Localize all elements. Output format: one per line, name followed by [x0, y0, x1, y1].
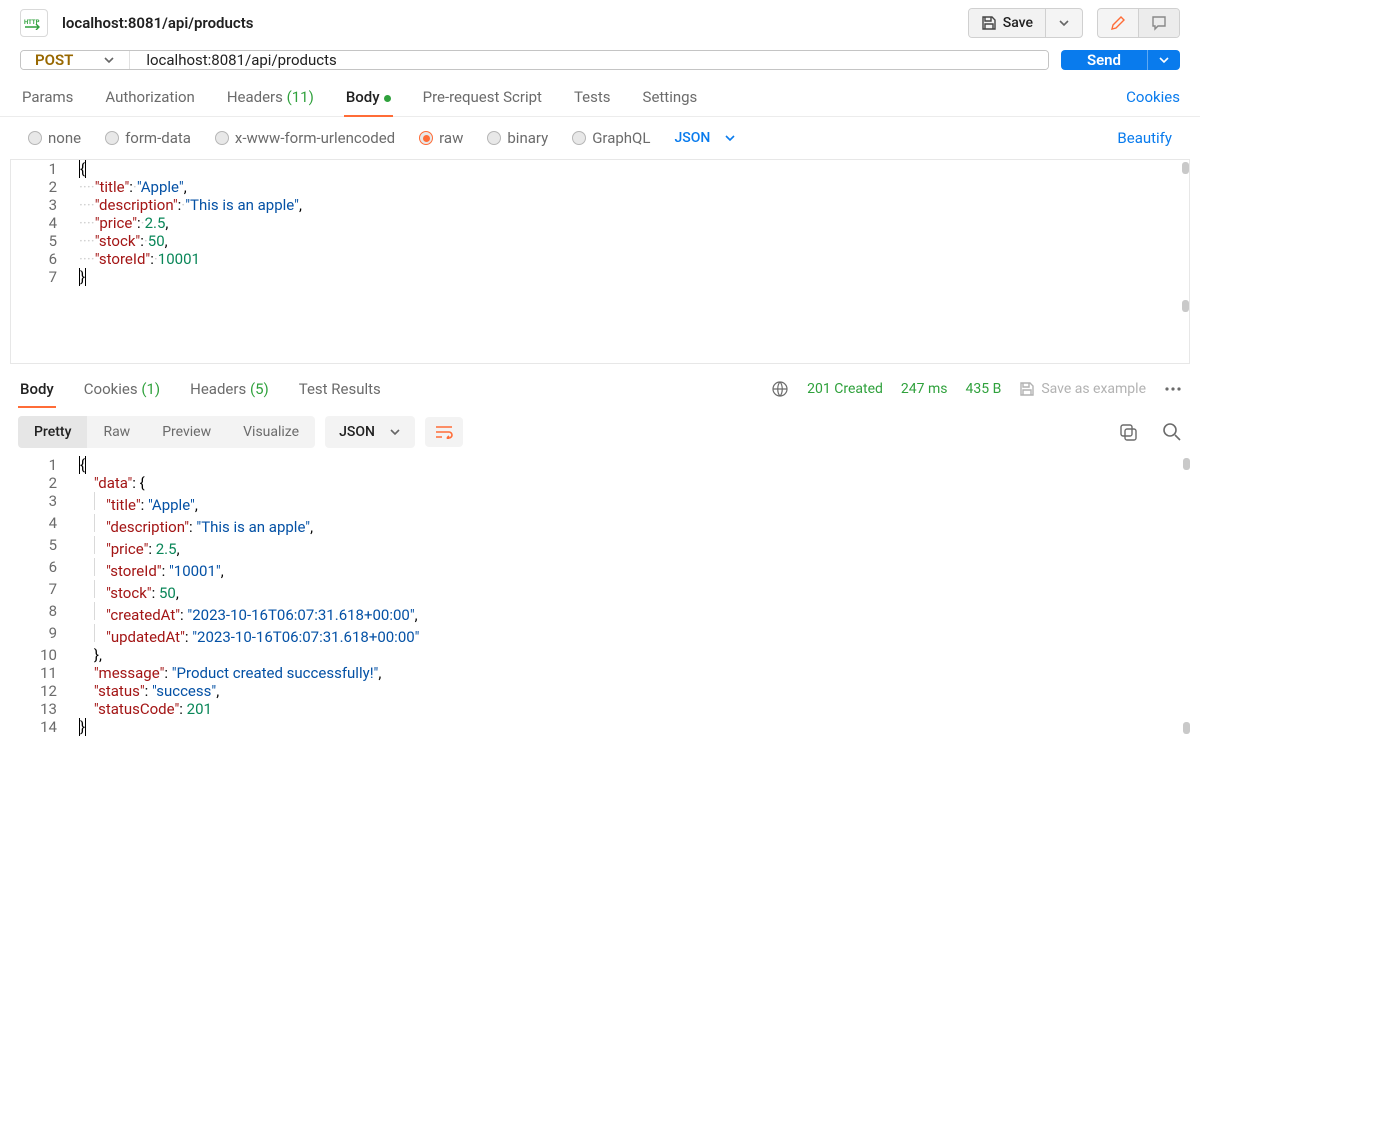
cookies-link[interactable]: Cookies: [1126, 88, 1180, 106]
tab-prerequest[interactable]: Pre-request Script: [421, 78, 544, 116]
bodytype-graphql[interactable]: GraphQL: [572, 129, 650, 147]
response-format-select[interactable]: JSON: [325, 416, 415, 448]
view-raw[interactable]: Raw: [87, 416, 146, 448]
bodytype-xwww[interactable]: x-www-form-urlencoded: [215, 129, 395, 147]
response-body-viewer[interactable]: 1{2 "data": {3 "title": "Apple",4 "descr…: [10, 456, 1190, 736]
edit-button[interactable]: [1098, 9, 1138, 37]
tab-params[interactable]: Params: [20, 78, 75, 116]
send-options-dropdown[interactable]: [1147, 50, 1180, 70]
wrap-icon: [435, 425, 453, 439]
bodytype-binary[interactable]: binary: [487, 129, 548, 147]
view-mode-segmented: Pretty Raw Preview Visualize: [18, 416, 315, 448]
scrollbar-thumb[interactable]: [1182, 162, 1189, 174]
response-status-bar: 201 Created 247 ms 435 B Save as example: [771, 380, 1182, 398]
bodytype-formdata[interactable]: form-data: [105, 129, 191, 147]
chevron-down-icon: [724, 132, 736, 144]
request-body-editor[interactable]: 1{2····"title":·"Apple",3····"descriptio…: [10, 159, 1190, 364]
unsaved-dot-icon: [384, 95, 391, 102]
url-input[interactable]: [130, 51, 1048, 69]
save-icon: [1019, 381, 1035, 397]
save-label: Save: [1003, 15, 1033, 31]
chevron-down-icon: [389, 426, 401, 438]
url-bar: POST: [20, 50, 1049, 70]
resp-tab-body[interactable]: Body: [18, 370, 56, 408]
resp-tab-cookies[interactable]: Cookies (1): [82, 370, 162, 408]
send-button[interactable]: Send: [1061, 50, 1147, 70]
more-icon[interactable]: [1164, 386, 1182, 392]
scrollbar-thumb[interactable]: [1183, 722, 1190, 734]
wrap-lines-button[interactable]: [425, 417, 463, 447]
bodytype-raw[interactable]: raw: [419, 129, 463, 147]
resp-tab-headers[interactable]: Headers (5): [188, 370, 271, 408]
tab-tests[interactable]: Tests: [572, 78, 613, 116]
comment-button[interactable]: [1138, 9, 1179, 37]
tab-body[interactable]: Body: [344, 78, 393, 116]
comment-icon: [1151, 15, 1167, 31]
search-icon[interactable]: [1162, 422, 1182, 442]
status-code: 201 Created: [807, 381, 883, 397]
request-title: localhost:8081/api/products: [62, 14, 253, 32]
save-icon: [981, 15, 997, 31]
save-options-dropdown[interactable]: [1045, 9, 1082, 37]
method-label: POST: [35, 51, 73, 69]
response-time: 247 ms: [901, 381, 948, 397]
scrollbar-thumb[interactable]: [1182, 300, 1189, 312]
bodytype-none[interactable]: none: [28, 129, 81, 147]
beautify-link[interactable]: Beautify: [1117, 129, 1172, 147]
resp-tab-testresults[interactable]: Test Results: [297, 370, 383, 408]
chevron-down-icon: [103, 54, 115, 66]
tab-settings[interactable]: Settings: [641, 78, 700, 116]
chevron-down-icon: [1058, 17, 1070, 29]
save-button-group: Save: [968, 8, 1083, 38]
http-method-select[interactable]: POST: [21, 51, 130, 69]
scrollbar-thumb[interactable]: [1183, 458, 1190, 470]
pencil-icon: [1110, 15, 1126, 31]
response-size: 435 B: [966, 381, 1002, 397]
view-preview[interactable]: Preview: [146, 416, 227, 448]
extra-actions-group: [1097, 8, 1180, 38]
globe-icon[interactable]: [771, 380, 789, 398]
send-button-group: Send: [1061, 50, 1180, 70]
view-visualize[interactable]: Visualize: [227, 416, 315, 448]
body-format-select[interactable]: JSON: [674, 130, 736, 146]
copy-icon[interactable]: [1118, 422, 1138, 442]
tab-headers[interactable]: Headers (11): [225, 78, 316, 116]
http-icon: HTTP: [20, 9, 48, 37]
save-as-example[interactable]: Save as example: [1019, 381, 1146, 397]
save-button[interactable]: Save: [969, 9, 1045, 37]
tab-authorization[interactable]: Authorization: [103, 78, 196, 116]
chevron-down-icon: [1158, 54, 1170, 66]
view-pretty[interactable]: Pretty: [18, 416, 87, 448]
